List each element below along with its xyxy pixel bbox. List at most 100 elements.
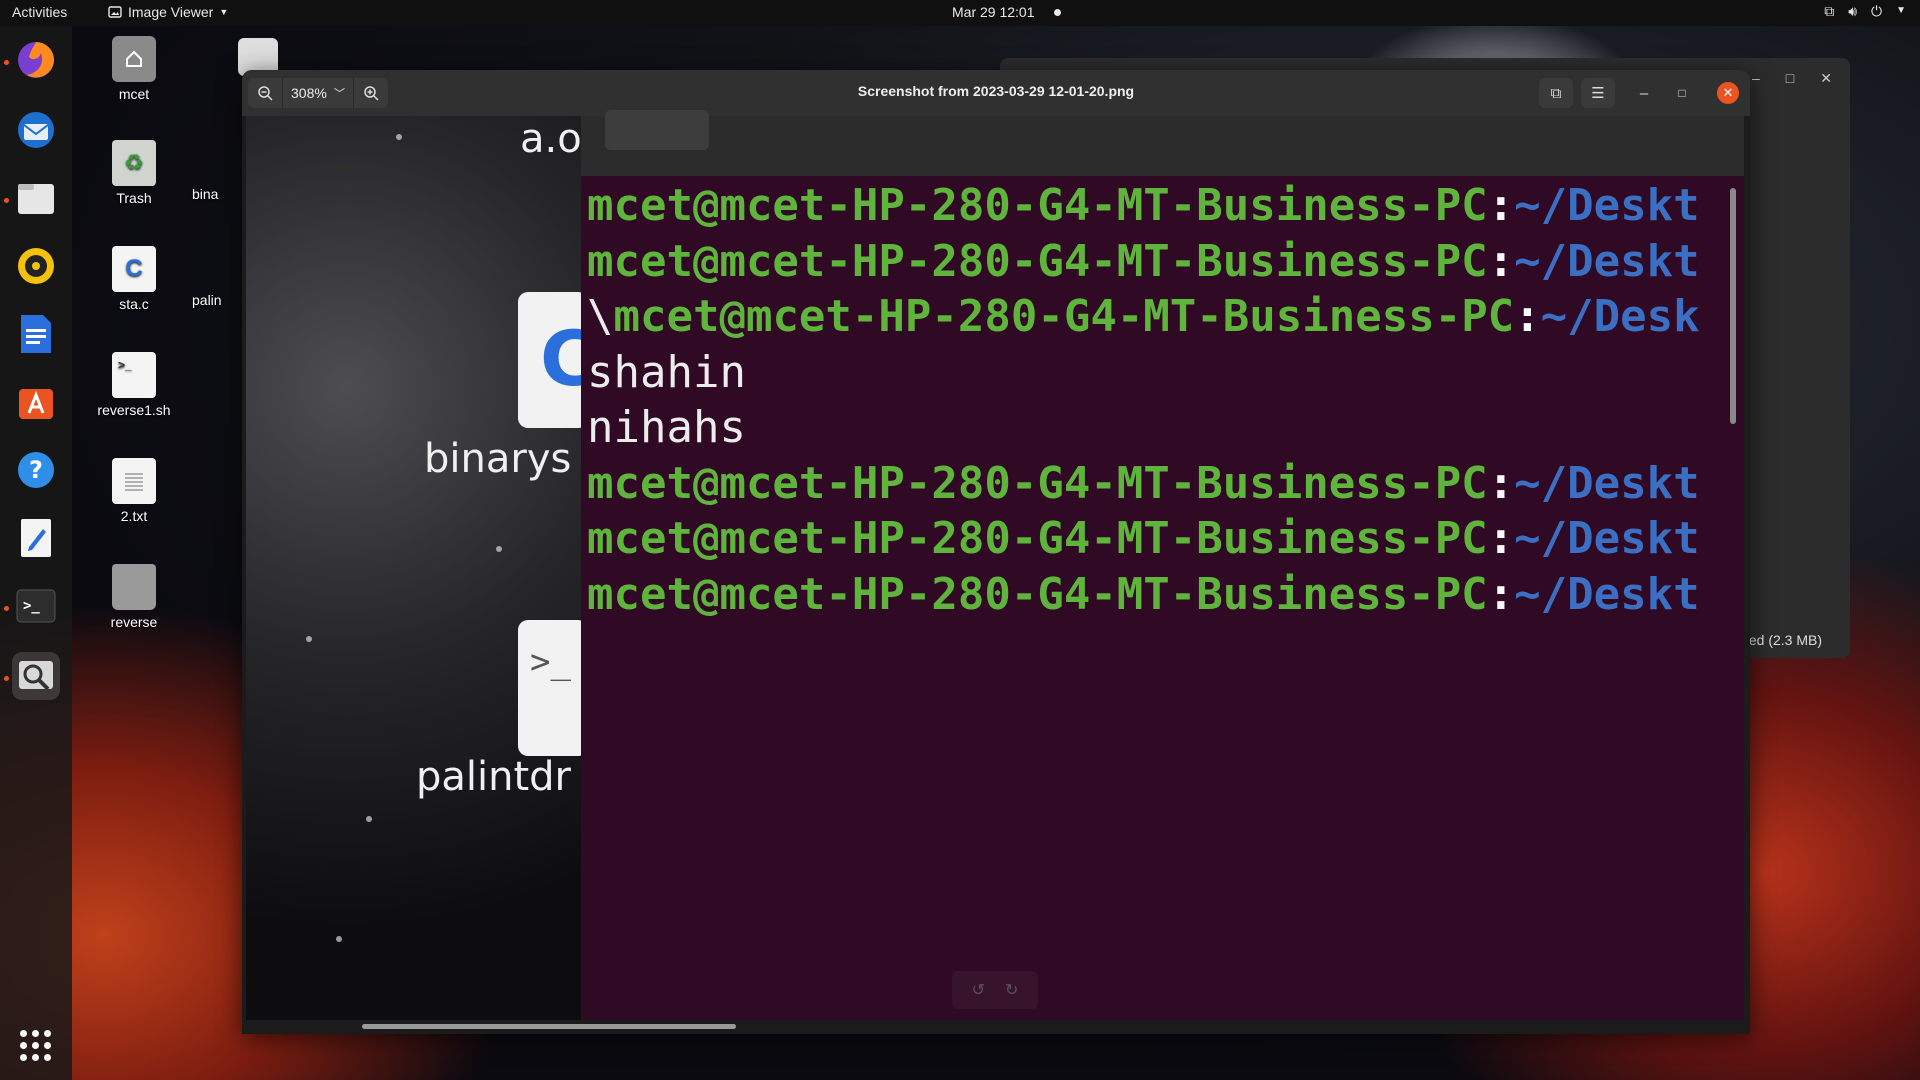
terminal-icon[interactable]: >_	[12, 582, 60, 630]
desktop-icon-2-txt[interactable]: 2.txt	[84, 458, 184, 524]
show-applications-icon[interactable]	[20, 1030, 52, 1062]
rhythmbox-icon[interactable]	[12, 242, 60, 290]
text-file-icon	[112, 458, 156, 504]
slideshow-button[interactable]: ⧉	[1539, 78, 1573, 108]
terminal-line: mcet@mcet-HP-280-G4-MT-Business-PC:~/Des…	[587, 567, 1700, 623]
image-speck	[306, 636, 312, 642]
help-icon[interactable]: ?	[12, 446, 60, 494]
desktop-icon-mcet[interactable]: mcet	[84, 36, 184, 102]
image-viewer-app-icon	[108, 6, 122, 18]
prompt-path: ~/Deskt	[1514, 235, 1700, 287]
prompt-user: mcet@mcet-HP-280-G4-MT-Business-PC	[587, 513, 1488, 564]
maximize-icon[interactable]: □	[1786, 70, 1794, 87]
prompt-colon: :	[1487, 180, 1515, 231]
prompt-prefix: \	[587, 291, 614, 342]
desktop-icon-sta-c[interactable]: C sta.c	[84, 246, 184, 312]
image-speck	[396, 134, 402, 140]
desktop-icon-reverse1-sh[interactable]: >_ reverse1.sh	[84, 352, 184, 418]
svg-text:>_: >_	[23, 598, 40, 614]
image-terminal-tab	[605, 110, 709, 150]
minimize-icon[interactable]: –	[1752, 70, 1760, 87]
prompt-path: ~/Deskt	[1514, 568, 1700, 620]
desktop-icon-label: Trash	[116, 190, 152, 206]
terminal-output-line: nihahs	[587, 402, 746, 453]
system-menu[interactable]: ⧉ 🔊︎ ⏻ ▼	[1824, 3, 1906, 20]
rotate-controls: ↺ ↻	[952, 971, 1038, 1009]
desktop-icon-partial[interactable]: palin	[192, 292, 242, 308]
image-speck	[366, 816, 372, 822]
window-controls: – □ ✕	[1752, 70, 1832, 87]
rotate-left-icon[interactable]: ↺	[972, 980, 985, 1000]
image-label-palintdr: palintdr	[416, 754, 571, 800]
image-label-binarys: binarys	[424, 436, 572, 482]
running-indicator	[4, 606, 9, 611]
terminal-output: mcet@mcet-HP-280-G4-MT-Business-PC:~/Des…	[587, 178, 1700, 622]
image-desktop-region: a.o C binarys >_ palintdr	[246, 116, 596, 1020]
image-canvas[interactable]: a.o C binarys >_ palintdr mcet@mcet-HP-2…	[242, 110, 1750, 1034]
desktop-icon-partial[interactable]: bina	[192, 186, 242, 202]
image-viewer-icon[interactable]	[12, 652, 60, 700]
text-editor-icon[interactable]	[12, 514, 60, 562]
power-icon: ⏻	[1871, 3, 1883, 19]
chevron-down-icon: ▼	[219, 7, 229, 17]
writer-icon[interactable]	[12, 310, 60, 358]
prompt-colon: :	[1487, 457, 1515, 509]
c-file-icon: C	[112, 246, 156, 292]
terminal-line: mcet@mcet-HP-280-G4-MT-Business-PC:~/Des…	[587, 178, 1700, 234]
svg-text:?: ?	[29, 456, 43, 484]
volume-icon: 🔊︎	[1848, 3, 1858, 19]
image-c-file-tile: C	[518, 292, 596, 428]
notification-dot-icon	[1054, 9, 1061, 16]
hamburger-icon: ☰	[1591, 85, 1605, 102]
desktop-icon-label: reverse1.sh	[97, 402, 171, 418]
desktop-icon-reverse[interactable]: reverse	[84, 564, 184, 630]
horizontal-scrollbar[interactable]	[362, 1024, 736, 1029]
minimize-icon: –	[1639, 84, 1649, 102]
close-icon: ✕	[1722, 85, 1734, 100]
thunderbird-icon[interactable]	[12, 106, 60, 154]
maximize-button[interactable]: □	[1670, 78, 1694, 108]
prompt-colon: :	[1487, 513, 1515, 564]
desktop-icon-trash[interactable]: ♻ Trash	[84, 140, 184, 206]
prompt-user: mcet@mcet-HP-280-G4-MT-Business-PC	[587, 457, 1488, 509]
files-icon[interactable]	[12, 174, 60, 222]
firefox-icon[interactable]	[12, 36, 60, 84]
image-script-tile: >_	[518, 620, 588, 756]
running-indicator	[4, 676, 9, 681]
window-title: Screenshot from 2023-03-29 12-01-20.png	[857, 83, 1135, 99]
terminal-output-line: shahin	[587, 346, 746, 398]
app-menu[interactable]: Image Viewer ▼	[108, 4, 228, 20]
prompt-user: mcet@mcet-HP-280-G4-MT-Business-PC	[587, 180, 1488, 231]
desktop-icon-label: palin	[192, 292, 222, 308]
prompt-path: ~/Deskt	[1514, 513, 1700, 564]
software-icon[interactable]	[12, 378, 60, 426]
top-bar: Activities Image Viewer ▼ Mar 29 12:01 ⧉…	[0, 0, 1920, 26]
running-indicator	[4, 60, 9, 65]
prompt-user: mcet@mcet-HP-280-G4-MT-Business-PC	[587, 568, 1488, 620]
running-indicator	[4, 198, 9, 203]
terminal-line: mcet@mcet-HP-280-G4-MT-Business-PC:~/Des…	[587, 234, 1700, 290]
clock[interactable]: Mar 29 12:01	[952, 4, 1035, 20]
close-button[interactable]: ✕	[1717, 82, 1739, 104]
image-terminal-region: mcet@mcet-HP-280-G4-MT-Business-PC:~/Des…	[581, 110, 1744, 1020]
minimize-button[interactable]: –	[1632, 78, 1656, 108]
prompt-path: ~/Deskt	[1514, 457, 1700, 509]
image-speck	[496, 546, 502, 552]
image-terminal-header	[581, 110, 1744, 176]
app-menu-label: Image Viewer	[128, 4, 214, 20]
terminal-line: mcet@mcet-HP-280-G4-MT-Business-PC:~/Des…	[587, 456, 1700, 512]
folder-icon	[112, 564, 156, 610]
terminal-line: \mcet@mcet-HP-280-G4-MT-Business-PC:~/De…	[587, 289, 1700, 345]
desktop-icon-label: mcet	[118, 86, 150, 102]
trash-icon: ♻	[112, 140, 156, 186]
close-icon[interactable]: ✕	[1820, 70, 1832, 87]
prompt-user: mcet@mcet-HP-280-G4-MT-Business-PC	[587, 235, 1488, 287]
activities-button[interactable]: Activities	[12, 4, 67, 20]
script-file-icon: >_	[112, 352, 156, 398]
chevron-down-icon: ▼	[1896, 5, 1906, 16]
prompt-path: ~/Desk	[1540, 291, 1700, 342]
menu-button[interactable]: ☰	[1581, 78, 1615, 108]
desktop-icon-label: bina	[192, 186, 219, 202]
desktop-icon-label: sta.c	[119, 296, 149, 312]
rotate-right-icon[interactable]: ↻	[1005, 980, 1018, 1000]
